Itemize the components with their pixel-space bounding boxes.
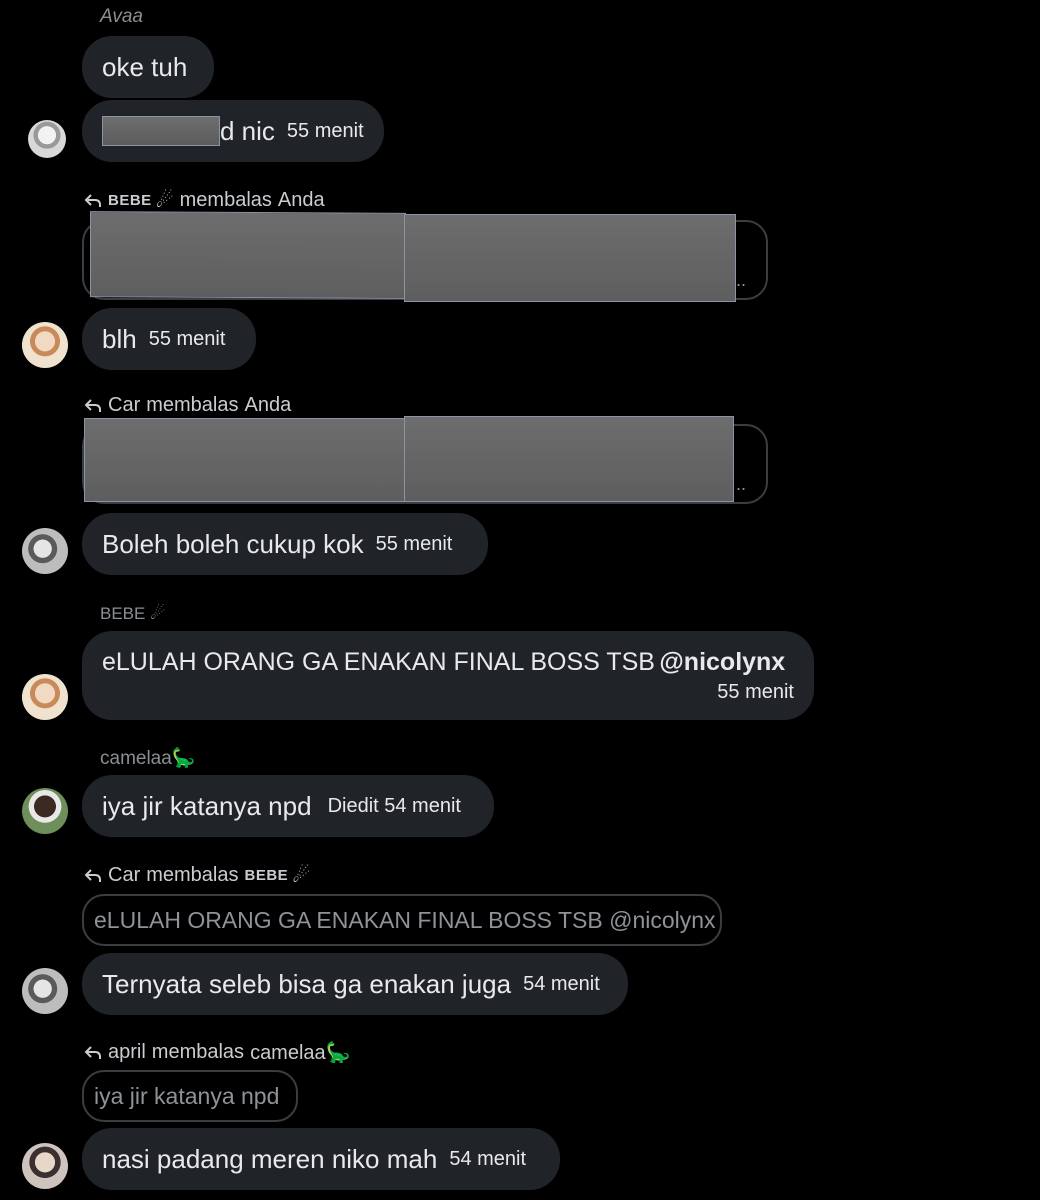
user-avatar-icon[interactable]: [22, 788, 68, 834]
sender-name: Avaa: [100, 6, 143, 27]
reply-from: Car: [108, 864, 141, 886]
redacted-text-block: [102, 116, 220, 146]
message-text: blh: [102, 323, 137, 354]
quoted-text: eLULAH ORANG GA ENAKAN FINAL BOSS TSB @n…: [94, 906, 716, 933]
message-bubble[interactable]: oke tuh: [82, 36, 214, 98]
quoted-message[interactable]: eLULAH ORANG GA ENAKAN FINAL BOSS TSB @n…: [82, 894, 722, 946]
redacted-image: [90, 211, 406, 299]
reply-verb: membalas: [151, 1041, 245, 1063]
reply-target: camelaa🦕: [250, 1042, 351, 1064]
reply-context: april membalas camelaa🦕: [84, 1040, 351, 1065]
message-timestamp: 54 menit: [449, 1147, 527, 1170]
message-text: nasi padang meren niko mah: [102, 1143, 438, 1174]
message-text: Ternyata seleb bisa ga enakan juga: [102, 968, 512, 999]
reply-arrow-icon: [84, 1045, 101, 1059]
reply-context: Car membalas BEBE ☄: [84, 863, 310, 888]
message-bubble[interactable]: iya jir katanya npd Diedit 54 menit: [82, 775, 494, 837]
comet-emoji: ☄: [292, 865, 311, 887]
message-text: eLULAH ORANG GA ENAKAN FINAL BOSS TSB: [102, 647, 655, 676]
quote-ellipsis: ..: [736, 474, 747, 494]
comet-emoji: ☄: [155, 190, 174, 212]
message-timestamp: 55 menit: [148, 327, 226, 350]
message-text: oke tuh: [102, 51, 188, 82]
user-avatar-icon[interactable]: [22, 322, 68, 368]
reply-arrow-icon: [84, 868, 101, 882]
reply-target: Anda: [244, 394, 292, 416]
user-avatar-icon[interactable]: [22, 968, 68, 1014]
message-text: iya jir katanya npd: [102, 790, 312, 821]
sender-name: BEBE ☄: [100, 604, 166, 623]
reply-from: Car: [108, 394, 141, 416]
redacted-image: [404, 214, 736, 302]
message-timestamp: 54 menit: [523, 972, 600, 995]
message-text: Boleh boleh cukup kok: [102, 528, 364, 559]
message-text: d nic: [220, 115, 275, 146]
reply-verb: membalas: [146, 394, 239, 416]
sender-name: camelaa🦕: [100, 748, 196, 769]
quoted-message[interactable]: iya jir katanya npd: [82, 1070, 298, 1122]
mention-link[interactable]: @nicolynx: [659, 648, 785, 676]
message-bubble[interactable]: blh 55 menit: [82, 308, 256, 370]
user-avatar-icon[interactable]: [22, 1143, 68, 1189]
quote-ellipsis: ..: [736, 270, 747, 290]
message-bubble[interactable]: Ternyata seleb bisa ga enakan juga 54 me…: [82, 953, 628, 1015]
reply-context: Car membalas Anda: [84, 394, 291, 417]
message-timestamp: 55 menit: [286, 119, 364, 142]
reply-target: BEBE: [244, 867, 289, 884]
reply-arrow-icon: [84, 193, 101, 207]
user-avatar-icon[interactable]: [28, 120, 66, 158]
reply-from: april: [108, 1041, 146, 1063]
reply-verb: membalas: [146, 864, 239, 886]
reply-from: BEBE: [108, 192, 152, 209]
reply-target: Anda: [277, 189, 325, 211]
reply-arrow-icon: [84, 398, 101, 412]
message-timestamp: Diedit 54 menit: [327, 794, 461, 817]
user-avatar-icon[interactable]: [22, 674, 68, 720]
reply-verb: membalas: [179, 189, 272, 211]
message-bubble[interactable]: nasi padang meren niko mah 54 menit: [82, 1128, 560, 1190]
message-timestamp: 55 menit: [717, 680, 794, 703]
message-bubble[interactable]: d nic 55 menit: [82, 100, 384, 162]
quoted-text: iya jir katanya npd: [94, 1082, 280, 1109]
reply-context: BEBE ☄ membalas Anda: [84, 188, 325, 213]
message-bubble[interactable]: Boleh boleh cukup kok 55 menit: [82, 513, 488, 575]
redacted-image: [404, 416, 734, 502]
user-avatar-icon[interactable]: [22, 528, 68, 574]
redacted-image: [84, 418, 406, 502]
message-bubble[interactable]: eLULAH ORANG GA ENAKAN FINAL BOSS TSB @n…: [82, 631, 814, 720]
message-timestamp: 55 menit: [375, 532, 453, 555]
